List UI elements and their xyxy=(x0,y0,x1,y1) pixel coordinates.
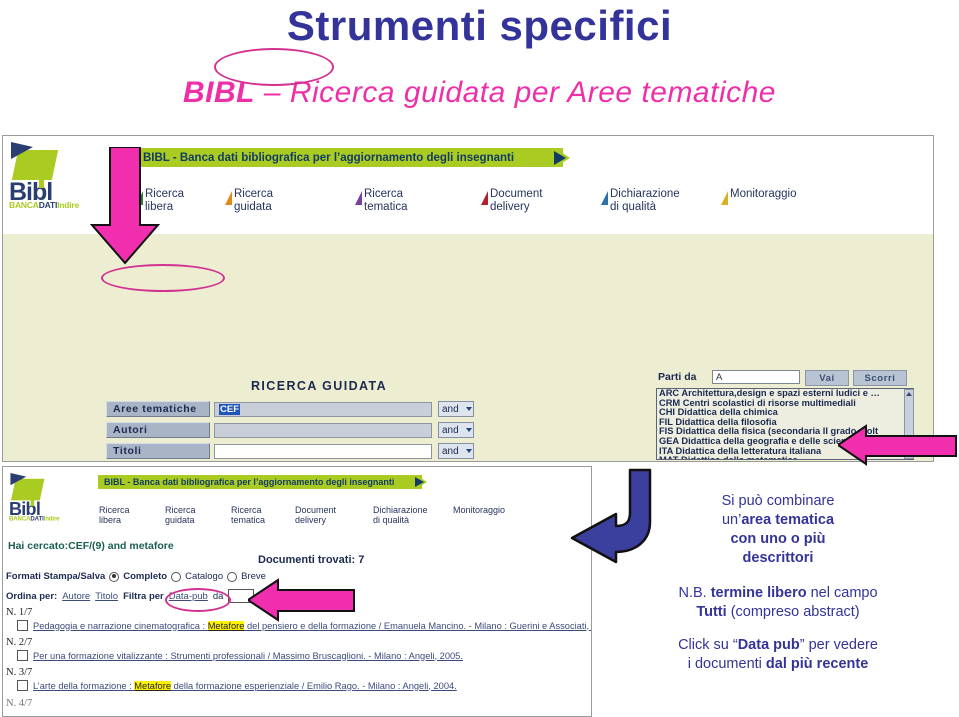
magenta-left-arrow-list xyxy=(838,424,957,466)
nav-document-delivery[interactable]: Document delivery xyxy=(481,188,542,213)
formati-label: Formati Stampa/Salva xyxy=(6,571,106,582)
result-number: N. 3/7 xyxy=(6,667,33,678)
result-checkbox[interactable] xyxy=(17,620,28,631)
form-row-titoli: Titoli and xyxy=(106,443,474,459)
radio-breve[interactable] xyxy=(227,571,238,582)
documents-found: Documenti trovati: 7 xyxy=(258,554,365,566)
logo-tagline: BANCADATIIndire xyxy=(9,200,80,210)
nav-triangle-icon xyxy=(601,191,608,205)
nav-ricerca-tematica[interactable]: Ricerca tematica xyxy=(231,505,265,525)
result-checkbox[interactable] xyxy=(17,650,28,661)
filtra-label: Filtra per xyxy=(123,590,164,602)
sort-link-autore[interactable]: Autore xyxy=(62,591,90,602)
form-row-aree-tematiche: Aree tematiche CEF and xyxy=(106,401,474,417)
logo-tagline: BANCADATIIndire xyxy=(9,514,60,522)
field-label-autori: Autori xyxy=(106,422,210,438)
scorri-button[interactable]: Scorri xyxy=(853,370,907,386)
page-subtitle: BIBL – Ricerca guidata per Aree tematich… xyxy=(0,76,959,110)
nav-ricerca-guidata[interactable]: Ricerca guidata xyxy=(225,188,273,213)
radio-catalogo[interactable] xyxy=(171,571,182,582)
highlight-ellipse-data-pub xyxy=(165,588,231,612)
nav-ricerca-guidata[interactable]: Ricerca guidata xyxy=(165,505,196,525)
nav-dichiarazione-qualita[interactable]: Dichiarazione di qualità xyxy=(373,505,428,525)
green-banner-bottom: BIBL - Banca dati bibliografica per l’ag… xyxy=(98,475,422,489)
field-input-titoli[interactable] xyxy=(214,443,432,459)
radio-completo[interactable] xyxy=(109,571,120,582)
parti-da-input[interactable]: A xyxy=(712,370,800,384)
highlight-ellipse-aree-tematiche xyxy=(101,264,225,292)
operator-select-3[interactable]: and xyxy=(438,443,474,459)
operator-select-2[interactable]: and xyxy=(438,422,474,438)
result-number: N. 2/7 xyxy=(6,637,33,648)
form-row-autori: Autori and xyxy=(106,422,474,438)
result-title-link[interactable]: Pedagogia e narrazione cinematografica :… xyxy=(33,620,591,631)
nav-ricerca-libera[interactable]: Ricerca libera xyxy=(99,505,130,525)
result-title-link[interactable]: Per una formazione vitalizzante : Strume… xyxy=(33,651,463,661)
bibl-logo: Bibl BANCADATIIndire xyxy=(9,473,60,522)
field-label-titoli: Titoli xyxy=(106,443,210,459)
sort-link-titolo[interactable]: Titolo xyxy=(95,591,118,602)
nav-document-delivery[interactable]: Document delivery xyxy=(295,505,336,525)
nav-ricerca-tematica[interactable]: Ricerca tematica xyxy=(355,188,407,213)
magenta-down-arrow xyxy=(89,147,161,265)
note-line-5: N.B. termine libero nel campo xyxy=(678,585,878,601)
note-line-3: con uno o più xyxy=(730,531,826,547)
banner-arrow-icon xyxy=(415,477,424,487)
vai-button[interactable]: Vai xyxy=(805,370,849,386)
result-number: N. 4/7 xyxy=(6,698,33,709)
nav-triangle-icon xyxy=(721,191,728,205)
nav-monitoraggio[interactable]: Monitoraggio xyxy=(721,188,796,205)
logo-roof-icon xyxy=(9,473,51,507)
nav-triangle-icon xyxy=(225,191,232,205)
result-checkbox[interactable] xyxy=(17,680,28,691)
subtitle-rest: – Ricerca guidata per Aree tematiche xyxy=(255,76,776,109)
note-line-8: i documenti dal più recente xyxy=(687,656,869,672)
form-heading: RICERCA GUIDATA xyxy=(251,379,388,393)
bibl-logo: Bibl BANCADATIIndire xyxy=(9,142,79,210)
result-row: L’arte della formazione : Metafore della… xyxy=(17,680,457,691)
field-input-autori[interactable] xyxy=(214,422,432,438)
scroll-up-icon[interactable] xyxy=(906,392,912,396)
field-input-aree-tematiche[interactable]: CEF xyxy=(214,401,432,417)
operator-select-1[interactable]: and xyxy=(438,401,474,417)
radio-label-catalogo: Catalogo xyxy=(185,571,224,582)
field-label-aree-tematiche: Aree tematiche xyxy=(106,401,210,417)
magenta-left-arrow-results xyxy=(248,578,355,622)
banner-arrow-icon xyxy=(554,151,566,165)
annotation-text: Si può combinare un’area tematica con un… xyxy=(600,492,956,674)
green-banner-top: BIBL - Banca dati bibliografica per l’ag… xyxy=(135,148,563,167)
result-number: N. 1/7 xyxy=(6,607,33,618)
radio-label-completo: Completo xyxy=(123,571,168,582)
nav-triangle-icon xyxy=(355,191,362,205)
note-line-2: un’area tematica xyxy=(721,512,835,528)
result-row: Per una formazione vitalizzante : Strume… xyxy=(17,650,463,661)
logo-roof-icon xyxy=(9,142,67,188)
note-line-6: Tutti (compreso abstract) xyxy=(696,604,860,620)
parti-da-label: Parti da xyxy=(658,371,697,383)
note-line-1: Si può combinare xyxy=(721,493,835,509)
formati-stampa-row: Formati Stampa/Salva Completo Catalogo B… xyxy=(6,571,266,582)
highlight-ellipse-ricerca-guidata xyxy=(214,48,334,86)
nav-dichiarazione-qualita[interactable]: Dichiarazione di qualità xyxy=(601,188,680,213)
nav-monitoraggio[interactable]: Monitoraggio xyxy=(453,505,505,515)
nav-triangle-icon xyxy=(481,191,488,205)
ordina-label: Ordina per: xyxy=(6,590,58,602)
note-line-4: descrittori xyxy=(742,550,814,566)
query-summary: Hai cercato:CEF/(9) and metafore xyxy=(8,540,174,552)
note-line-7: Click su “Data pub” per vedere xyxy=(678,637,878,653)
page-title: Strumenti specifici xyxy=(286,2,673,49)
result-title-link[interactable]: L’arte della formazione : Metafore della… xyxy=(33,680,457,691)
